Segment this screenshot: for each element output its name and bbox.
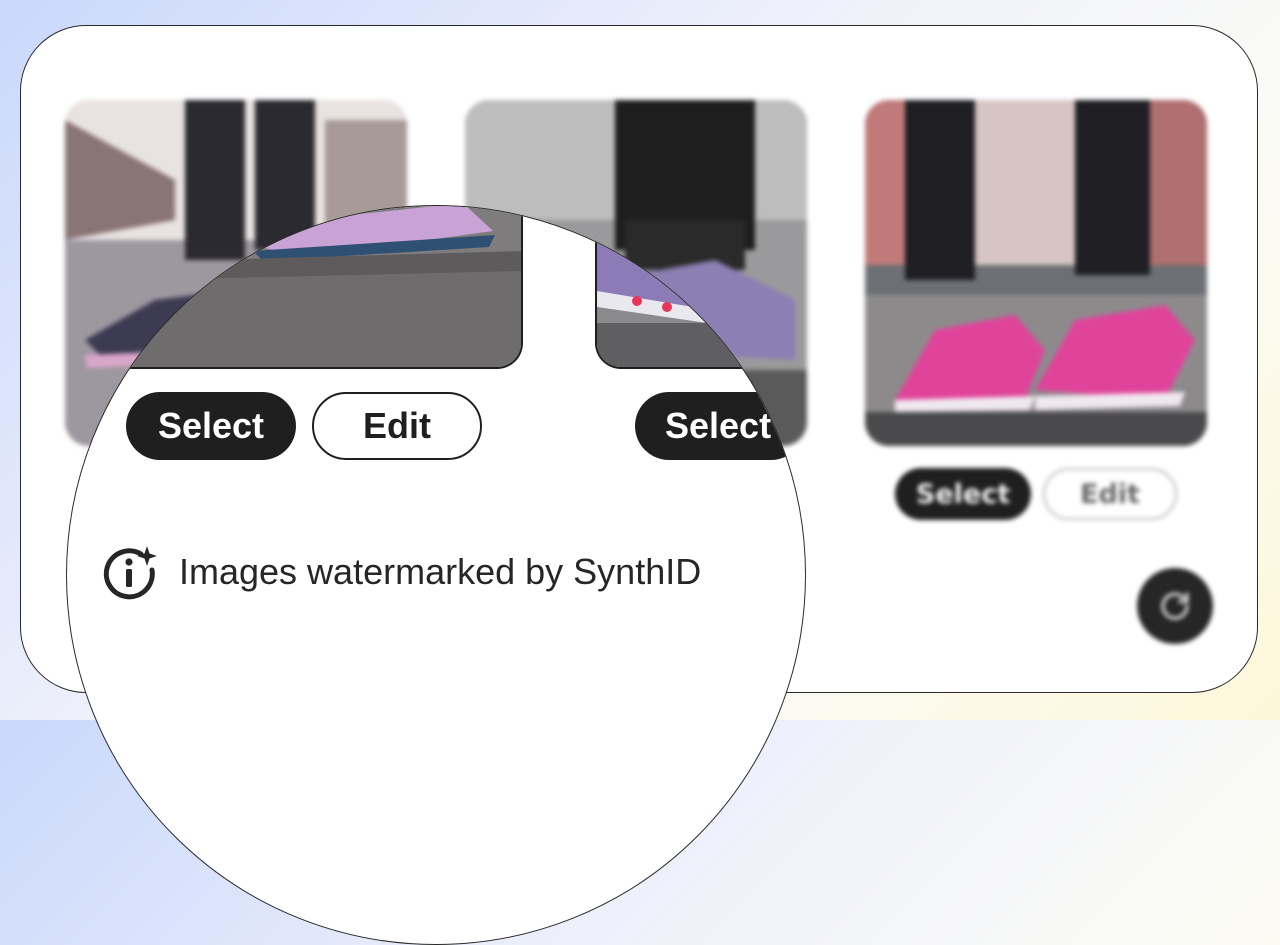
edit-button-1[interactable]: Edit — [312, 392, 482, 460]
sneaker-photo-3 — [865, 100, 1207, 446]
select-button-2[interactable]: Select — [635, 392, 805, 460]
magnified-image-1 — [101, 206, 523, 369]
magnified-sneaker-2 — [597, 206, 805, 367]
synthid-watermark-note: Images watermarked by SynthID — [101, 544, 701, 600]
refresh-icon — [1161, 592, 1189, 620]
select-button-3[interactable]: Select — [895, 468, 1031, 520]
magnified-image-2 — [595, 206, 805, 369]
edit-button-3[interactable]: Edit — [1043, 468, 1177, 520]
watermark-note-text: Images watermarked by SynthID — [179, 551, 702, 592]
magnifier-lens: Select Edit Select Images watermarked by… — [66, 205, 806, 945]
info-sparkle-icon — [103, 546, 157, 600]
select-button-1[interactable]: Select — [126, 392, 296, 460]
result-image-3[interactable] — [865, 100, 1207, 446]
refresh-button[interactable] — [1137, 568, 1213, 644]
magnified-sneaker-1 — [103, 206, 521, 367]
